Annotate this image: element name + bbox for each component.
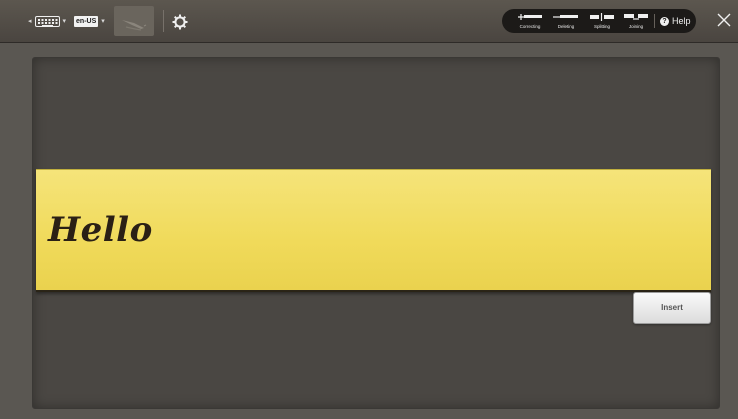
chevron-down-icon: ▾ xyxy=(101,17,105,25)
handwriting-area[interactable]: Hello xyxy=(36,169,711,292)
toolbar-divider xyxy=(163,10,164,32)
gesture-splitting[interactable]: Splitting xyxy=(584,13,620,31)
handwritten-text: Hello xyxy=(48,210,153,250)
joining-gesture-icon xyxy=(624,14,648,20)
gesture-divider xyxy=(654,14,655,28)
chevron-left-icon: ◂ xyxy=(28,17,32,25)
chevron-down-icon: ▾ xyxy=(62,17,67,25)
question-icon: ? xyxy=(660,16,669,26)
deleting-gesture-icon xyxy=(553,15,578,18)
language-selector[interactable]: en-US ▾ xyxy=(74,13,105,29)
insert-button[interactable]: Insert xyxy=(633,292,711,324)
keyboard-icon xyxy=(34,15,60,27)
gesture-deleting[interactable]: Deleting xyxy=(548,13,584,31)
gesture-label: Splitting xyxy=(593,24,610,29)
help-button[interactable]: ? Help xyxy=(660,15,691,27)
gesture-label: Deleting xyxy=(557,24,575,29)
handwriting-pen-icon xyxy=(122,20,147,31)
help-label: Help xyxy=(672,16,691,26)
handwriting-mode-button[interactable] xyxy=(114,6,154,36)
gear-icon xyxy=(172,14,188,30)
gesture-joining[interactable]: Joining xyxy=(618,13,654,31)
gesture-label: Correcting xyxy=(519,24,541,29)
keyboard-mode-button[interactable]: ◂ ▾ xyxy=(28,13,66,29)
settings-button[interactable] xyxy=(172,14,188,30)
gesture-correcting[interactable]: Correcting xyxy=(512,13,548,31)
gesture-guide: Correcting Deleting Splitting Joining ? … xyxy=(502,9,696,33)
correcting-gesture-icon xyxy=(518,14,542,20)
close-button[interactable] xyxy=(716,12,732,28)
gesture-label: Joining xyxy=(628,24,644,29)
close-icon xyxy=(717,13,731,27)
top-toolbar: ◂ ▾ en-US ▾ Correcting Deleting Splittin… xyxy=(0,0,738,43)
language-label: en-US xyxy=(74,15,99,27)
splitting-gesture-icon xyxy=(590,13,614,21)
